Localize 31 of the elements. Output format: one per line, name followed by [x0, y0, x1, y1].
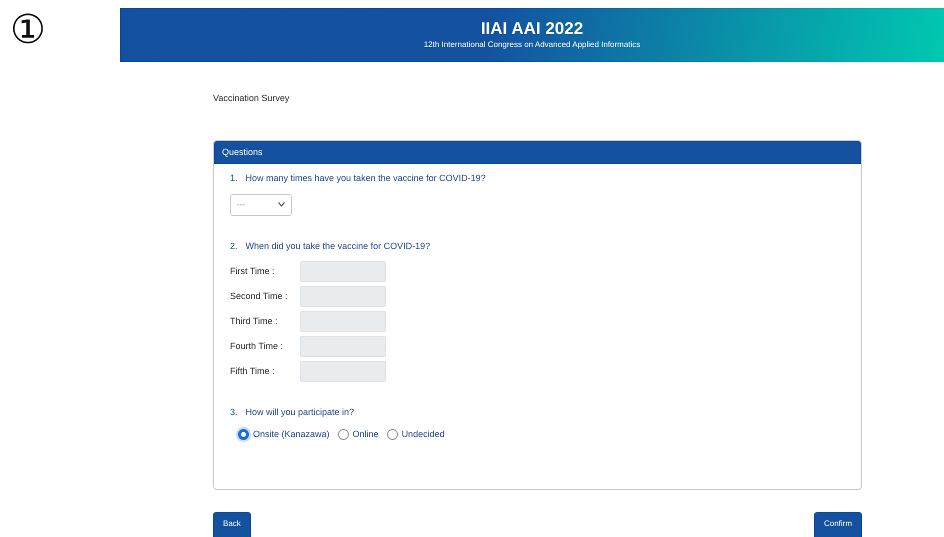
- field-label: Third Time :: [230, 314, 279, 328]
- back-button[interactable]: Back: [213, 512, 251, 537]
- option-label: Online: [352, 428, 379, 440]
- date-field[interactable]: [300, 286, 386, 307]
- date-field[interactable]: [300, 336, 386, 357]
- field-label: Fourth Time :: [230, 340, 284, 353]
- field-label: Fifth Time :: [230, 364, 276, 378]
- confirm-button[interactable]: Confirm: [814, 512, 862, 537]
- page-title: Vaccination Survey: [213, 92, 290, 105]
- banner-title: IIAI AAI 2022: [480, 18, 584, 40]
- date-field[interactable]: [300, 311, 386, 332]
- caret-icon: [278, 202, 285, 207]
- date-field[interactable]: [300, 361, 386, 382]
- option-label: Onsite (Kanazawa): [253, 428, 330, 441]
- radio-button[interactable]: [238, 428, 249, 440]
- radio-button[interactable]: [338, 428, 349, 440]
- field-label: First Time :: [230, 264, 276, 278]
- date-field[interactable]: [300, 261, 386, 282]
- question-text: When did you take the vaccine for COVID-19?: [246, 240, 430, 253]
- question-text: How will you participate in?: [246, 406, 354, 419]
- card-header: Questions: [214, 140, 861, 164]
- question-text: How many times have you taken the vaccine for COVID-19?: [246, 172, 486, 185]
- radio-button[interactable]: [386, 428, 398, 440]
- question-number: 2.: [230, 240, 238, 252]
- question-number: 3.: [230, 406, 238, 419]
- field-label: Second Time :: [230, 290, 289, 303]
- option-label: Undecided: [402, 428, 445, 440]
- step-number: ①: [10, 10, 47, 50]
- question-number: 1.: [230, 172, 238, 185]
- banner-subtitle: 12th International Congress on Advanced Applied Informatics: [424, 39, 640, 52]
- count-select[interactable]: ---: [230, 194, 292, 216]
